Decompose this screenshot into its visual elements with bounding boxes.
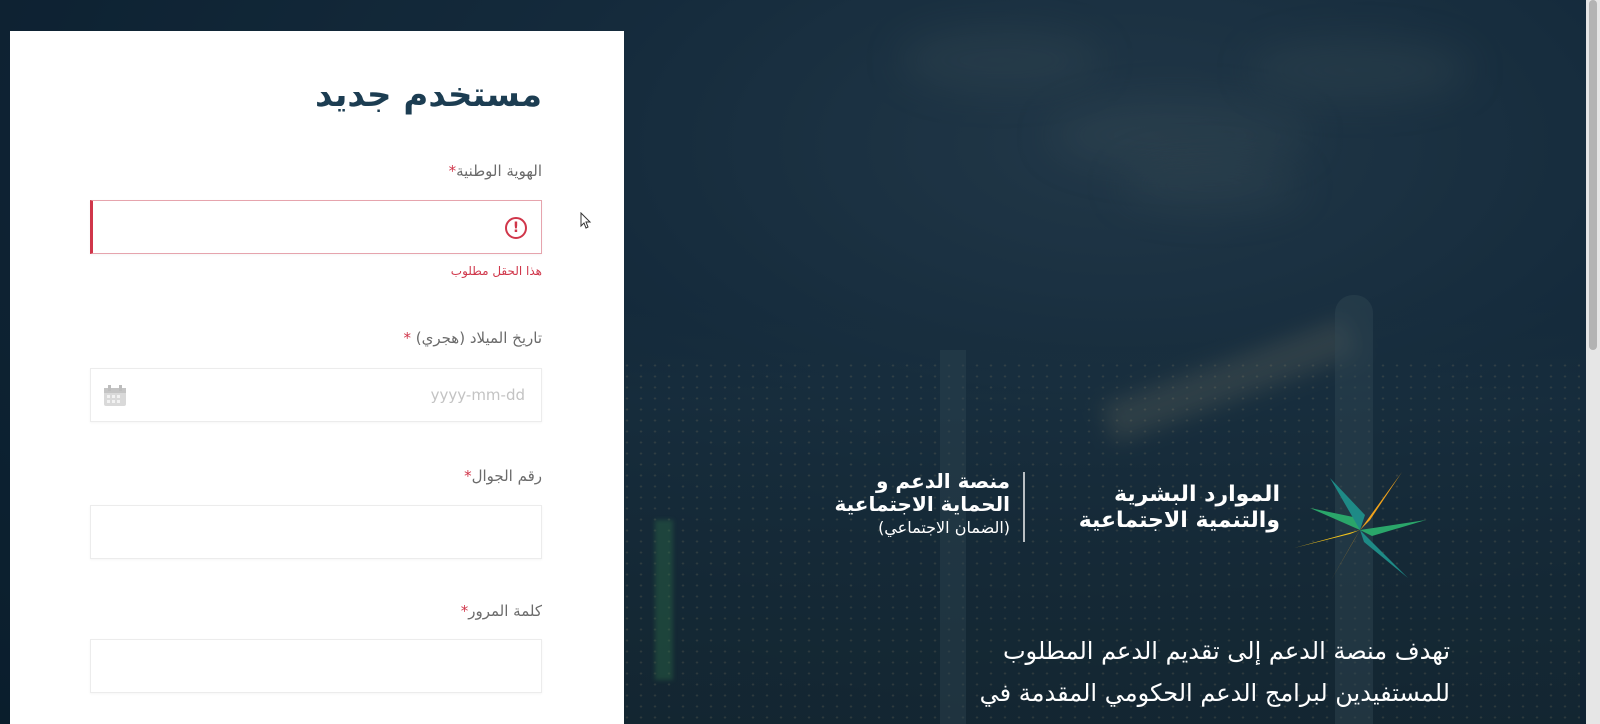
birth-date-label: تاريخ الميلاد (هجري) * [403, 329, 542, 347]
platform-subtitle: (الضمان الاجتماعي) [878, 518, 1010, 537]
password-input[interactable] [91, 640, 541, 692]
brand-divider [1023, 472, 1025, 542]
birth-date-field: تاريخ الميلاد (هجري) * [90, 329, 542, 347]
ministry-name: الموارد البشرية والتنمية الاجتماعية [1060, 482, 1280, 534]
platform-name-line-1: منصة الدعم و [875, 469, 1010, 493]
mobile-input[interactable] [91, 506, 541, 558]
password-field: كلمة المرور* [90, 602, 542, 620]
registration-form-panel: مستخدم جديد الهوية الوطنية* ! هذا الحقل … [10, 31, 624, 724]
national-id-field: الهوية الوطنية* [90, 162, 542, 180]
birth-date-input[interactable] [91, 369, 541, 421]
description-line-1: تهدف منصة الدعم إلى تقديم الدعم المطلوب [1002, 637, 1450, 665]
birth-date-input-wrapper [90, 368, 542, 422]
ministry-name-line-2: والتنمية الاجتماعية [1078, 508, 1280, 533]
platform-name-line-2: الحماية الاجتماعية [834, 492, 1011, 516]
exclamation-circle-icon: ! [505, 217, 527, 239]
scrollbar-thumb[interactable] [1589, 0, 1597, 350]
national-id-error-message: هذا الحقل مطلوب [450, 264, 542, 278]
national-id-input[interactable] [93, 201, 541, 253]
national-id-label: الهوية الوطنية* [448, 162, 542, 180]
mobile-label: رقم الجوال* [464, 467, 542, 485]
ministry-name-line-1: الموارد البشرية [1114, 482, 1280, 507]
mobile-field: رقم الجوال* [90, 467, 542, 485]
platform-description: تهدف منصة الدعم إلى تقديم الدعم المطلوب … [770, 630, 1450, 714]
form-title: مستخدم جديد [315, 75, 542, 115]
branding-block: الموارد البشرية والتنمية الاجتماعية منصة… [810, 470, 1430, 590]
ministry-logo-icon [1294, 472, 1426, 582]
description-line-2: للمستفيدين لبرامج الدعم الحكومي المقدمة … [979, 679, 1450, 707]
password-label: كلمة المرور* [460, 602, 542, 620]
national-id-input-wrapper: ! [90, 200, 542, 254]
password-input-wrapper [90, 639, 542, 693]
mouse-cursor-icon [580, 212, 592, 229]
platform-name: منصة الدعم و الحماية الاجتماعية (الضمان … [810, 469, 1011, 539]
calendar-icon[interactable] [103, 385, 127, 407]
page-scrollbar[interactable] [1586, 0, 1600, 724]
mobile-input-wrapper [90, 505, 542, 559]
